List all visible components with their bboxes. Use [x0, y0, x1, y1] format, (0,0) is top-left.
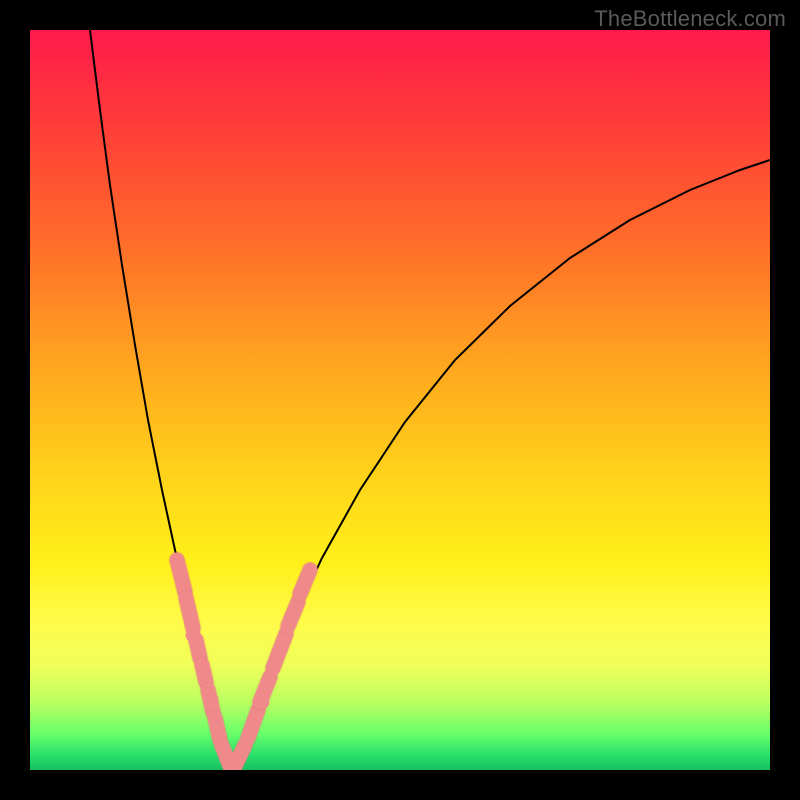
marker-dot	[186, 628, 201, 643]
marker-pill	[215, 718, 220, 740]
marker-pill	[196, 640, 200, 658]
marker-group	[177, 560, 310, 770]
marker-pill	[300, 570, 310, 594]
marker-pill	[186, 598, 193, 628]
curve-right-branch	[230, 160, 770, 768]
plot-frame	[30, 30, 770, 770]
marker-dot	[195, 658, 210, 673]
curve-left-branch	[90, 30, 230, 768]
marker-dot	[255, 695, 270, 710]
chart-svg	[30, 30, 770, 770]
marker-pill	[288, 602, 298, 626]
marker-pill	[248, 710, 258, 738]
marker-dot	[226, 755, 241, 770]
marker-pill	[177, 560, 185, 592]
attribution-text: TheBottleneck.com	[594, 6, 786, 32]
marker-dot	[204, 693, 219, 708]
